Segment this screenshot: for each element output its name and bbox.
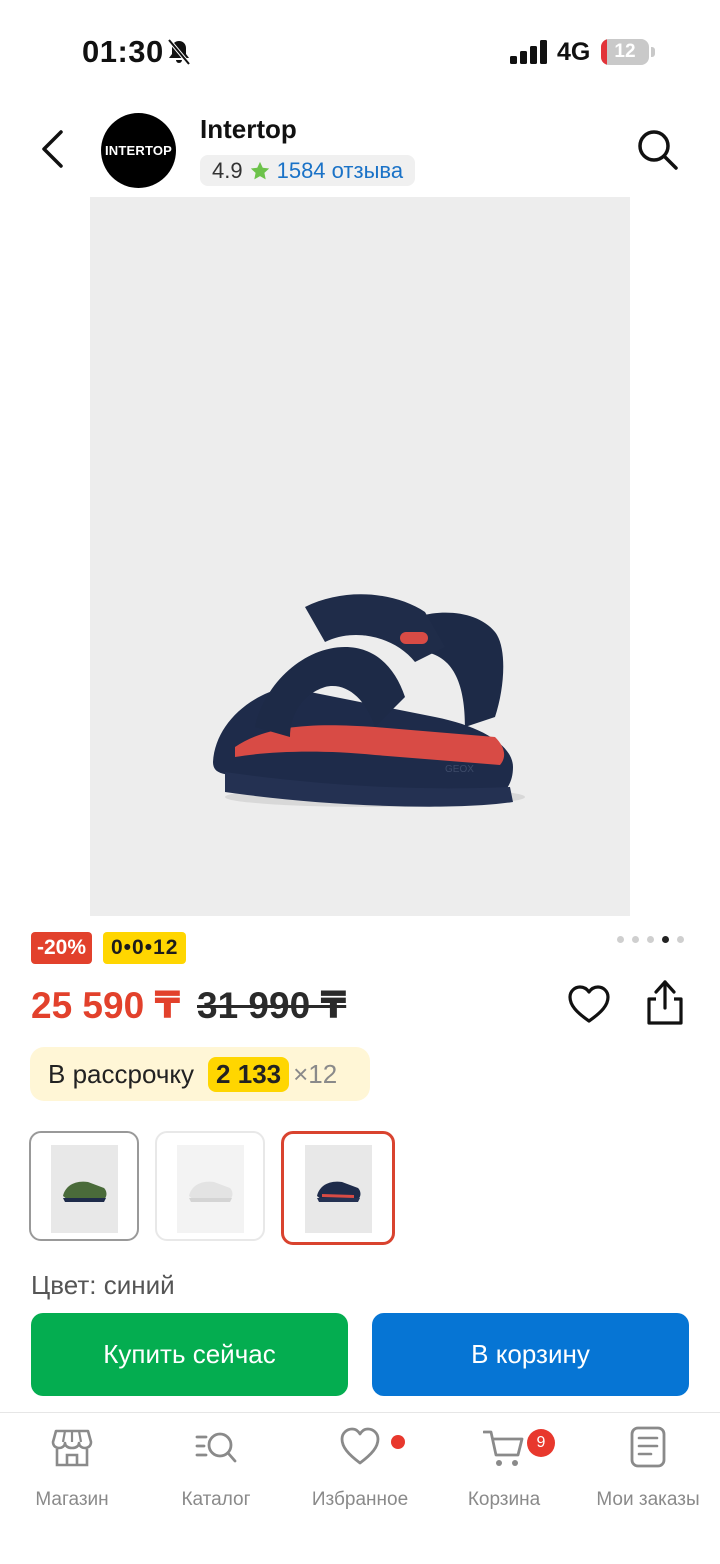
- product-image[interactable]: GEOX: [90, 197, 630, 916]
- star-icon: [250, 161, 269, 179]
- signal-icon: [510, 40, 547, 64]
- color-variant-green[interactable]: [29, 1131, 139, 1241]
- store-icon: [51, 1429, 93, 1467]
- tab-catalog[interactable]: Каталог: [146, 1425, 286, 1525]
- tab-store[interactable]: Магазин: [2, 1425, 142, 1525]
- buy-now-button[interactable]: Купить сейчас: [31, 1313, 348, 1396]
- store-header: INTERTOP Intertop 4.9 1584 отзыва: [0, 104, 720, 196]
- installment-banner[interactable]: В рассрочку 2 133 ×12: [30, 1047, 370, 1101]
- tab-label: Магазин: [35, 1489, 109, 1510]
- gallery-dot: [647, 936, 654, 943]
- orders-icon: [630, 1426, 666, 1468]
- search-icon[interactable]: [634, 126, 680, 172]
- installment-badge: 0•0•12: [103, 932, 187, 964]
- rating-value: 4.9: [212, 157, 243, 183]
- store-name[interactable]: Intertop: [200, 114, 297, 145]
- add-to-cart-button[interactable]: В корзину: [372, 1313, 689, 1396]
- installment-amount: 2 133: [208, 1056, 290, 1092]
- installment-multiplier: ×12: [293, 1058, 338, 1089]
- status-time: 01:30: [82, 34, 164, 69]
- share-icon[interactable]: [642, 978, 688, 1028]
- cart-count-badge: 9: [527, 1429, 555, 1457]
- cart-icon: [483, 1430, 524, 1466]
- tab-label: Мои заказы: [596, 1489, 700, 1510]
- catalog-search-icon: [195, 1432, 237, 1463]
- heart-icon[interactable]: [566, 982, 612, 1028]
- tab-label: Избранное: [311, 1489, 409, 1510]
- current-price: 25 590 ₸: [31, 985, 181, 1026]
- old-price: 31 990 ₸: [197, 985, 347, 1026]
- status-bar: 01:30 4G 12: [0, 0, 720, 100]
- variant-thumbnail: [305, 1145, 372, 1233]
- gallery-dot: [662, 936, 669, 943]
- discount-badge: -20%: [31, 932, 93, 964]
- variant-thumbnail: [177, 1145, 244, 1233]
- tab-favorites[interactable]: Избранное: [290, 1425, 430, 1525]
- installment-label: В рассрочку: [48, 1058, 195, 1089]
- svg-text:GEOX: GEOX: [445, 764, 474, 775]
- bottom-tab-bar: Магазин Каталог Избранное 9 Корзина Мои …: [0, 1412, 720, 1564]
- product-photo: GEOX: [213, 594, 525, 807]
- tab-label: Каталог: [181, 1489, 251, 1510]
- heart-icon: [340, 1427, 380, 1465]
- rating-pill[interactable]: 4.9 1584 отзыва: [200, 155, 416, 186]
- color-variant-white[interactable]: [155, 1131, 265, 1241]
- tab-label: Корзина: [467, 1489, 541, 1510]
- reviews-link[interactable]: 1584 отзыва: [277, 158, 403, 184]
- gallery-dot: [677, 936, 684, 943]
- network-type: 4G: [557, 38, 591, 66]
- color-variant-navy[interactable]: [281, 1131, 395, 1245]
- bell-muted-icon: [167, 38, 191, 66]
- gallery-dot: [617, 936, 624, 943]
- back-arrow-icon[interactable]: [30, 124, 80, 174]
- store-logo[interactable]: INTERTOP: [101, 113, 176, 188]
- tab-cart[interactable]: 9 Корзина: [434, 1425, 574, 1525]
- gallery-dots: [617, 936, 684, 943]
- battery-icon: 12: [601, 39, 649, 65]
- color-label: Цвет: синий: [31, 1270, 175, 1300]
- notification-dot: [391, 1435, 405, 1449]
- battery-level: 12: [614, 41, 636, 62]
- tab-orders[interactable]: Мои заказы: [578, 1425, 718, 1525]
- gallery-dot: [632, 936, 639, 943]
- variant-thumbnail: [51, 1145, 118, 1233]
- battery-tip: [651, 47, 655, 57]
